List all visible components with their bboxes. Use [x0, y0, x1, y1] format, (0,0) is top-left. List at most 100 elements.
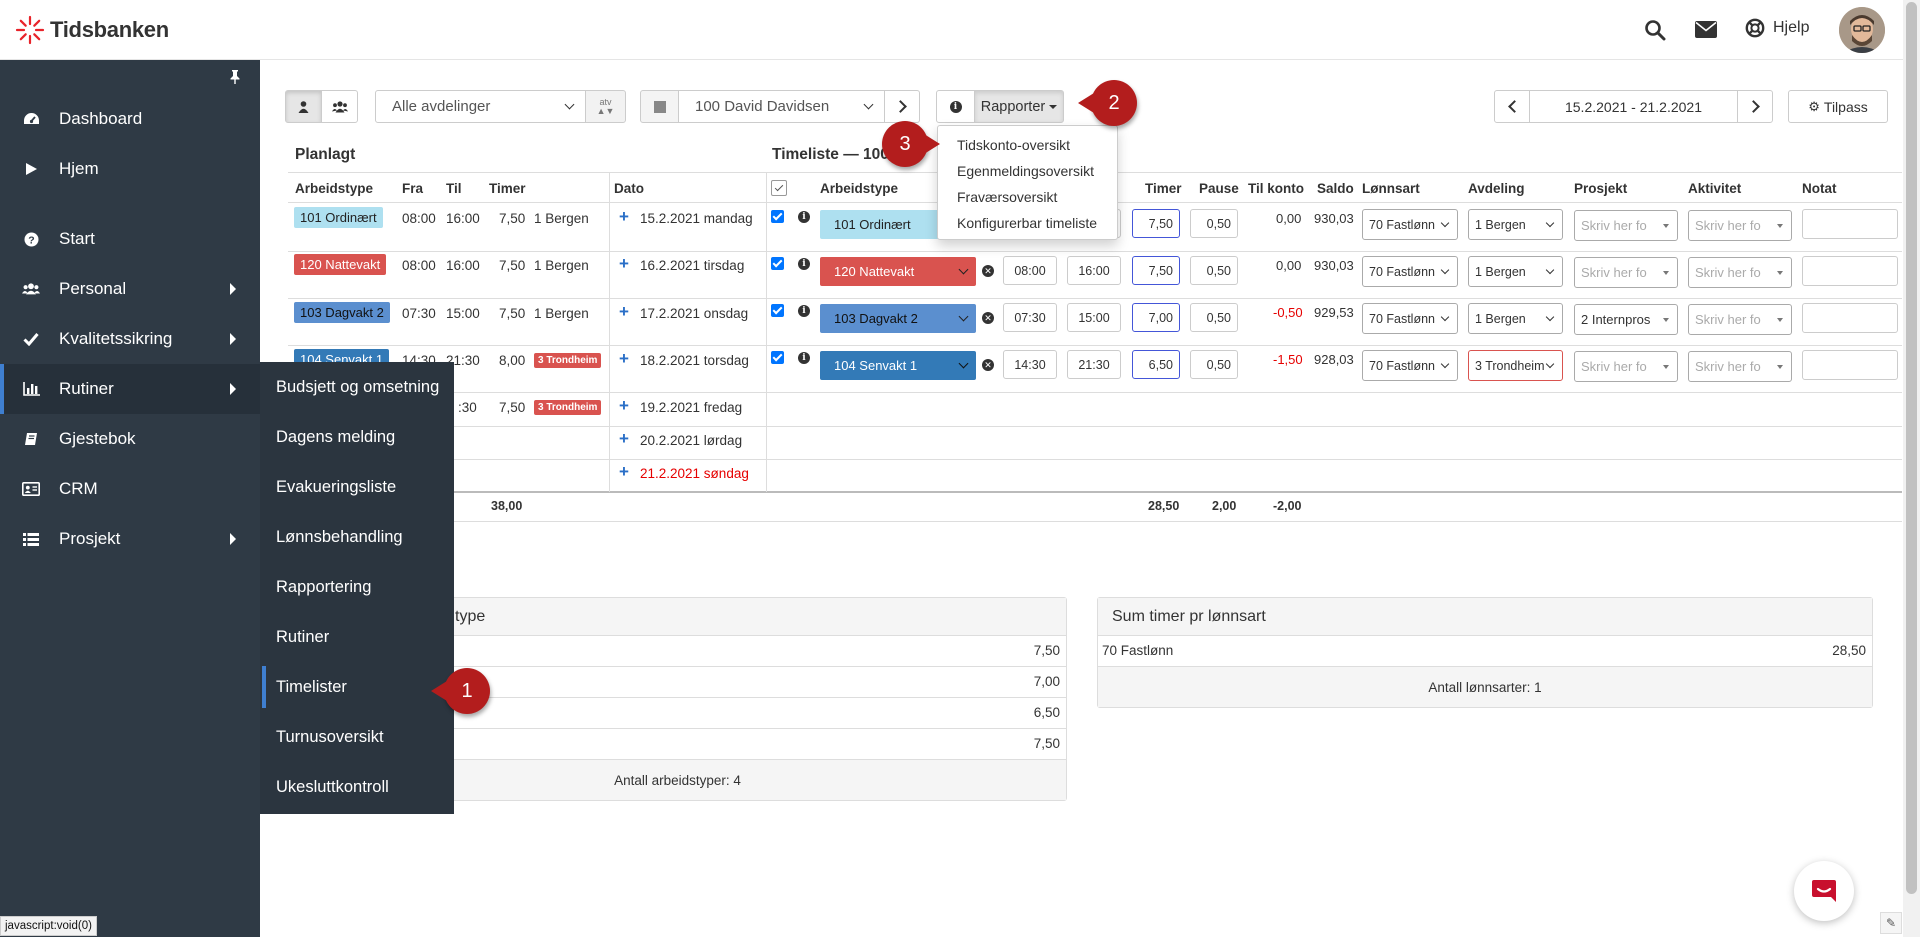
report-fravaer[interactable]: Fraværsoversikt — [957, 189, 1057, 205]
report-egenmelding[interactable]: Egenmeldingsoversikt — [957, 163, 1094, 179]
wage-type-select[interactable]: 70 Fastlønn — [1362, 303, 1458, 334]
employee-icon-button[interactable] — [640, 90, 679, 123]
next-period-button[interactable] — [1737, 90, 1773, 123]
submenu-item[interactable]: Budsjett og omsetning — [260, 362, 454, 412]
project-select[interactable]: Skriv her fo — [1574, 351, 1678, 382]
row-checkbox[interactable] — [771, 351, 784, 364]
scrollbar-track[interactable] — [1903, 0, 1920, 937]
search-icon[interactable] — [1644, 19, 1666, 44]
department-select[interactable]: Alle avdelinger — [375, 90, 586, 123]
activity-select[interactable]: Skriv her fo — [1688, 210, 1792, 241]
submenu-item[interactable]: Ukesluttkontroll — [260, 762, 454, 812]
wage-type-select[interactable]: 70 Fastlønn — [1362, 350, 1458, 381]
sidebar-item-gjestebok[interactable]: Gjestebok — [0, 414, 260, 464]
info-icon[interactable]: i — [798, 211, 810, 223]
report-tidskonto[interactable]: Tidskonto-oversikt — [957, 137, 1070, 153]
mail-icon[interactable] — [1695, 21, 1717, 41]
hours-input[interactable]: 7,00 — [1132, 303, 1180, 332]
select-all-checkbox[interactable] — [771, 180, 787, 196]
sidebar-item-crm[interactable]: CRM — [0, 464, 260, 514]
from-input[interactable]: 08:00 — [1003, 256, 1057, 285]
add-entry-icon[interactable]: + — [619, 302, 629, 322]
wrench-icon[interactable]: ✎ — [1880, 912, 1902, 934]
worktype-select[interactable]: 103 Dagvakt 2 — [820, 304, 976, 333]
single-user-view-button[interactable] — [285, 90, 322, 123]
next-employee-button[interactable] — [884, 90, 920, 123]
help-link[interactable]: Hjelp — [1745, 18, 1809, 38]
pause-input[interactable]: 0,50 — [1190, 303, 1238, 332]
info-icon[interactable]: i — [798, 305, 810, 317]
info-icon[interactable]: i — [798, 258, 810, 270]
submenu-item[interactable]: Turnusoversikt — [260, 712, 454, 762]
submenu-item[interactable]: Lønnsbehandling — [260, 512, 454, 562]
pause-input[interactable]: 0,50 — [1190, 209, 1238, 238]
add-entry-icon[interactable]: + — [619, 429, 629, 449]
to-input[interactable]: 16:00 — [1067, 256, 1121, 285]
activity-select[interactable]: Skriv her fo — [1688, 257, 1792, 288]
worktype-select[interactable]: 120 Nattevakt — [820, 257, 976, 286]
hours-input[interactable]: 7,50 — [1132, 209, 1180, 238]
atv-button[interactable]: atv ▲▼ — [585, 90, 626, 123]
sidebar-item-kvalitetssikring[interactable]: Kvalitetssikring — [0, 314, 260, 364]
wage-type-select[interactable]: 70 Fastlønn — [1362, 209, 1458, 240]
row-checkbox[interactable] — [771, 210, 784, 223]
project-select[interactable]: 2 Internpros — [1574, 304, 1678, 335]
chat-button[interactable] — [1794, 861, 1854, 921]
prev-period-button[interactable] — [1494, 90, 1530, 123]
customize-button[interactable]: ⚙ Tilpass — [1788, 90, 1888, 123]
group-view-button[interactable] — [321, 90, 358, 123]
submenu-item[interactable]: Dagens melding — [260, 412, 454, 462]
pin-icon[interactable] — [229, 70, 241, 87]
sidebar-item-dashboard[interactable]: Dashboard — [0, 94, 260, 144]
sidebar-item-personal[interactable]: Personal — [0, 264, 260, 314]
project-select[interactable]: Skriv her fo — [1574, 210, 1678, 241]
clear-icon[interactable]: ✕ — [982, 359, 994, 371]
submenu-item-timelister[interactable]: Timelister — [260, 662, 454, 712]
hours-input[interactable]: 6,50 — [1132, 350, 1180, 379]
sidebar-item-hjem[interactable]: Hjem — [0, 144, 260, 194]
row-checkbox[interactable] — [771, 304, 784, 317]
avatar[interactable] — [1839, 7, 1885, 53]
activity-select[interactable]: Skriv her fo — [1688, 351, 1792, 382]
clear-icon[interactable]: ✕ — [982, 312, 994, 324]
hours-input[interactable]: 7,50 — [1132, 256, 1180, 285]
sidebar-item-rutiner[interactable]: Rutiner — [0, 364, 260, 414]
department-row-select[interactable]: 1 Bergen — [1468, 303, 1563, 334]
period-field[interactable]: 15.2.2021 - 21.2.2021 — [1529, 90, 1738, 123]
activity-select[interactable]: Skriv her fo — [1688, 304, 1792, 335]
pause-input[interactable]: 0,50 — [1190, 350, 1238, 379]
add-entry-icon[interactable]: + — [619, 207, 629, 227]
project-select[interactable]: Skriv her fo — [1574, 257, 1678, 288]
sidebar-item-start[interactable]: ? Start — [0, 214, 260, 264]
add-entry-icon[interactable]: + — [619, 349, 629, 369]
pause-input[interactable]: 0,50 — [1190, 256, 1238, 285]
clear-icon[interactable]: ✕ — [982, 265, 994, 277]
add-entry-icon[interactable]: + — [619, 254, 629, 274]
row-checkbox[interactable] — [771, 257, 784, 270]
note-input[interactable] — [1802, 350, 1898, 380]
logo[interactable]: Tidsbanken — [14, 14, 169, 46]
note-input[interactable] — [1802, 256, 1898, 286]
sidebar-item-prosjekt[interactable]: Prosjekt — [0, 514, 260, 564]
submenu-item[interactable]: Evakueringsliste — [260, 462, 454, 512]
add-entry-icon[interactable]: + — [619, 462, 629, 482]
submenu-item[interactable]: Rapportering — [260, 562, 454, 612]
from-input[interactable]: 07:30 — [1003, 303, 1057, 332]
to-input[interactable]: 21:30 — [1067, 350, 1121, 379]
from-input[interactable]: 14:30 — [1003, 350, 1057, 379]
department-row-select[interactable]: 1 Bergen — [1468, 209, 1563, 240]
note-input[interactable] — [1802, 209, 1898, 239]
department-row-select[interactable]: 3 Trondheim — [1468, 350, 1563, 381]
worktype-select[interactable]: 104 Senvakt 1 — [820, 351, 976, 380]
info-button[interactable]: i — [936, 90, 975, 123]
wage-type-select[interactable]: 70 Fastlønn — [1362, 256, 1458, 287]
submenu-item[interactable]: Rutiner — [260, 612, 454, 662]
employee-select[interactable]: 100 David Davidsen — [678, 90, 885, 123]
reports-dropdown-button[interactable]: Rapporter — [974, 90, 1064, 123]
department-row-select[interactable]: 1 Bergen — [1468, 256, 1563, 287]
note-input[interactable] — [1802, 303, 1898, 333]
report-konfigurerbar[interactable]: Konfigurerbar timeliste — [957, 215, 1097, 231]
add-entry-icon[interactable]: + — [619, 396, 629, 416]
info-icon[interactable]: i — [798, 352, 810, 364]
to-input[interactable]: 15:00 — [1067, 303, 1121, 332]
